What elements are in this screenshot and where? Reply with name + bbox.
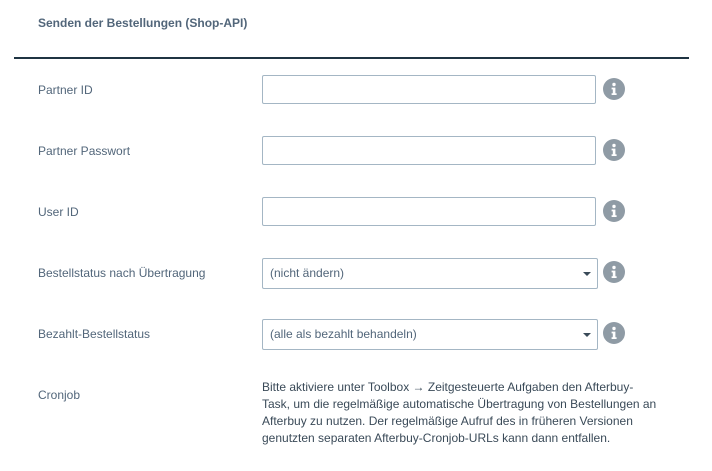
partner-password-label: Partner Passwort <box>38 144 131 158</box>
order-status-info-icon[interactable] <box>603 261 625 283</box>
partner-password-input[interactable] <box>262 136 596 165</box>
chevron-down-icon <box>583 272 591 276</box>
chevron-down-icon <box>583 333 591 337</box>
user-id-label: User ID <box>38 205 79 219</box>
cronjob-label: Cronjob <box>38 388 81 402</box>
section-divider <box>14 57 689 59</box>
paid-status-selected-value: (alle als bezahlt behandeln) <box>270 327 417 341</box>
partner-password-info-icon[interactable] <box>603 139 625 161</box>
partner-id-input[interactable] <box>262 75 596 104</box>
paid-status-info-icon[interactable] <box>603 322 625 344</box>
cronjob-help-text: Bitte aktiviere unter Toolbox → Zeitgest… <box>262 380 657 445</box>
user-id-input[interactable] <box>262 197 596 226</box>
order-status-selected-value: (nicht ändern) <box>270 266 345 280</box>
order-status-label: Bestellstatus nach Übertragung <box>38 266 206 280</box>
order-status-select[interactable]: (nicht ändern) <box>262 258 598 289</box>
paid-status-select[interactable]: (alle als bezahlt behandeln) <box>262 319 598 350</box>
partner-id-label: Partner ID <box>38 83 93 97</box>
partner-id-info-icon[interactable] <box>603 78 625 100</box>
user-id-info-icon[interactable] <box>603 200 625 222</box>
paid-status-label: Bezahlt-Bestellstatus <box>38 327 151 341</box>
section-title: Senden der Bestellungen (Shop-API) <box>38 16 248 30</box>
